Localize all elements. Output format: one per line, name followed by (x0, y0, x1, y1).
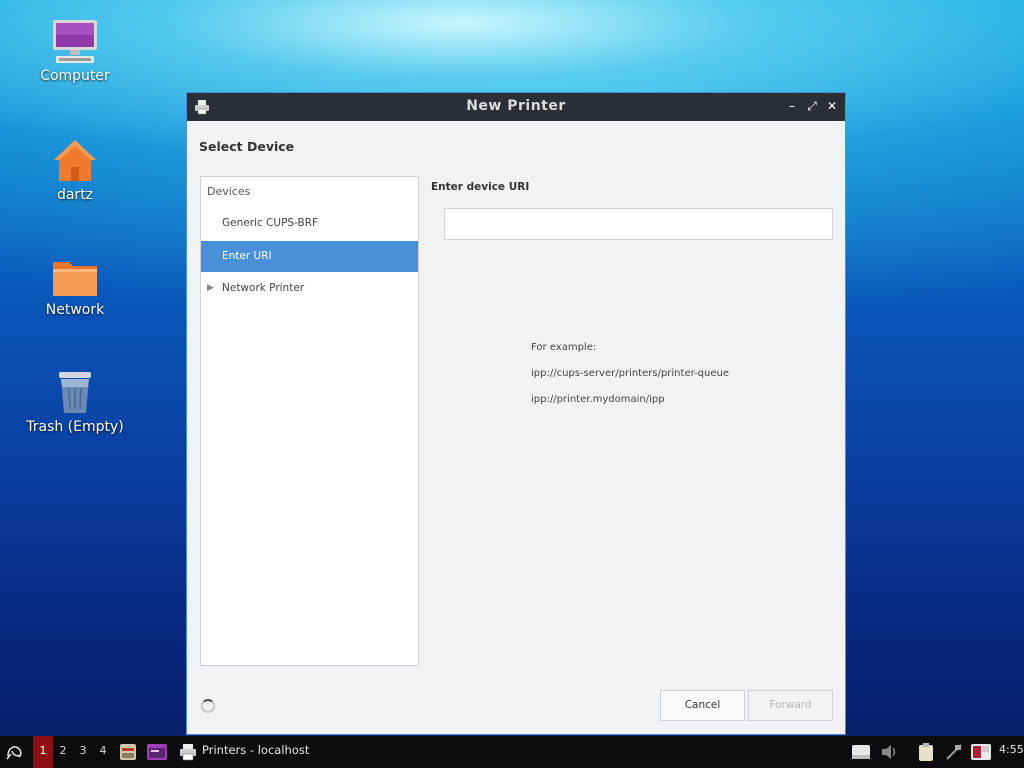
maximize-button[interactable]: ⤢ (804, 97, 820, 115)
window-title: New Printer (466, 98, 566, 114)
device-uri-input[interactable] (444, 208, 833, 240)
window-titlebar[interactable]: New Printer – ⤢ ✕ (187, 93, 845, 121)
network-connection-icon[interactable] (944, 743, 964, 761)
home-folder-icon (54, 140, 96, 181)
clock[interactable]: 4:55 (999, 736, 1024, 764)
clipboard-icon[interactable] (916, 743, 936, 761)
devices-list: Devices Generic CUPS-BRF Enter URI ▶ Net… (200, 176, 419, 666)
device-item-generic-cups-brf[interactable]: Generic CUPS-BRF (201, 208, 418, 239)
taskbar: 1 2 3 4 Printers - localhost 4:55 (0, 736, 1024, 768)
workspace-3[interactable]: 3 (73, 736, 93, 768)
trash-icon (59, 372, 91, 413)
update-notifier-icon[interactable] (970, 743, 992, 761)
printer-task-icon[interactable] (178, 742, 198, 762)
desktop-icon-label: dartz (56, 187, 94, 203)
cancel-button[interactable]: Cancel (660, 690, 745, 721)
device-uri-label: Enter device URI (431, 181, 530, 193)
drive-icon[interactable] (850, 743, 872, 761)
device-item-label: Network Printer (222, 282, 305, 294)
terminal-launcher-icon[interactable] (146, 742, 168, 762)
workspace-4[interactable]: 4 (93, 736, 113, 768)
minimize-button[interactable]: – (784, 97, 800, 115)
section-title: Select Device (199, 139, 295, 154)
device-item-network-printer[interactable]: ▶ Network Printer (201, 273, 418, 304)
example-uri-2: ipp://printer.mydomain/ipp (531, 394, 665, 405)
workspace-1[interactable]: 1 (33, 736, 53, 768)
desktop-icon-network[interactable]: Network (15, 256, 135, 318)
new-printer-window: New Printer – ⤢ ✕ Select Device Devices … (186, 92, 846, 735)
desktop-icon-label: Computer (40, 68, 110, 84)
computer-icon (53, 20, 97, 63)
start-menu-icon[interactable] (4, 742, 26, 762)
close-button[interactable]: ✕ (824, 97, 840, 115)
expander-arrow-icon[interactable]: ▶ (207, 273, 214, 304)
task-printers-localhost[interactable]: Printers - localhost (202, 736, 309, 764)
desktop-icon-trash[interactable]: Trash (Empty) (15, 369, 135, 435)
volume-icon[interactable] (880, 743, 900, 761)
example-uri-1: ipp://cups-server/printers/printer-queue (531, 368, 730, 379)
network-folder-icon (53, 262, 97, 296)
example-heading: For example: (531, 342, 597, 353)
desktop-icon-home[interactable]: dartz (15, 137, 135, 203)
workspace-2[interactable]: 2 (53, 736, 73, 768)
desktop-icon-computer[interactable]: Computer (15, 18, 135, 84)
file-manager-launcher-icon[interactable] (119, 742, 137, 762)
desktop-icon-label: Network (45, 302, 105, 318)
devices-header: Devices (207, 185, 251, 198)
desktop-icon-label: Trash (Empty) (26, 419, 124, 435)
device-item-enter-uri[interactable]: Enter URI (201, 241, 418, 272)
forward-button[interactable]: Forward (748, 690, 833, 721)
loading-spinner-icon (201, 699, 215, 713)
